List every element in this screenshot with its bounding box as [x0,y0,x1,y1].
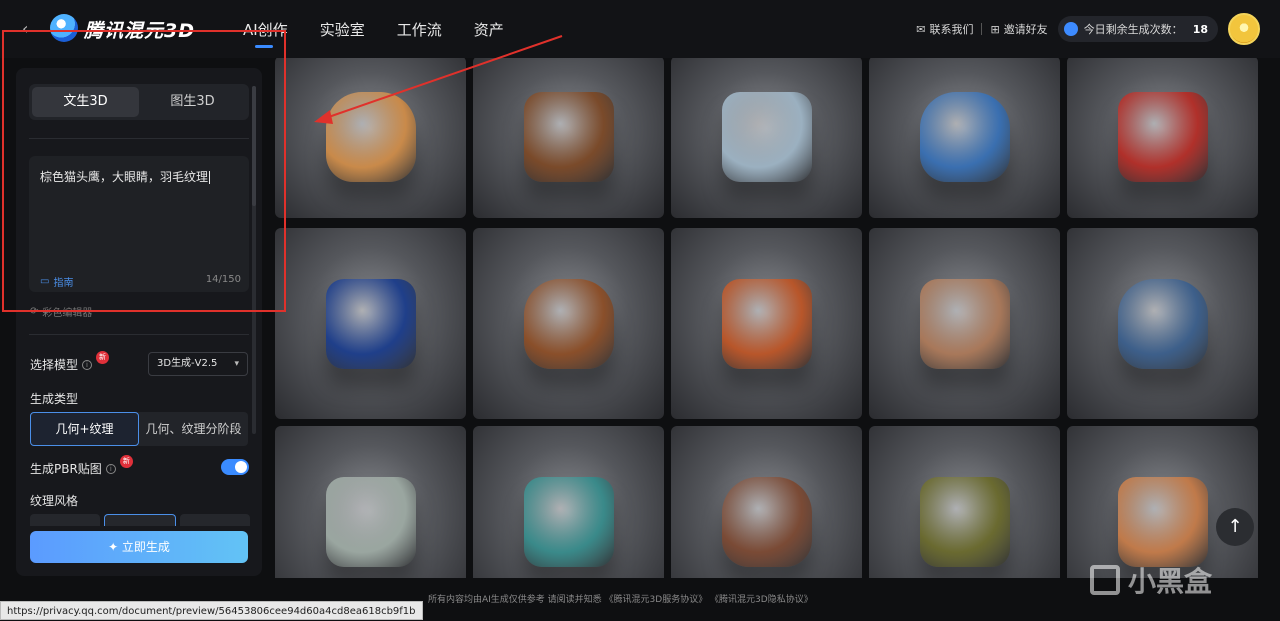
watermark: 小黑盒 [1090,560,1212,600]
horse-statue-model-icon [325,476,416,567]
holly-berries-model-icon [1117,92,1208,182]
invite-label: 邀请好友 [1003,23,1048,36]
gallery-card-helmet[interactable] [869,426,1060,578]
texture-style-label: 纹理风格 [30,494,79,508]
mech-robot-model-icon [523,476,614,567]
quota-label: 今日剩余生成次数： [1083,23,1183,36]
status-bar-url: https://privacy.qq.com/document/preview/… [0,601,423,620]
blue-vase-model-icon [325,278,416,369]
gen-type-staged[interactable]: 几何、纹理分阶段 [139,412,248,446]
invite-link[interactable]: ⊞ 邀请好友 [990,21,1047,37]
contact-link[interactable]: ✉ 联系我们 [916,21,973,37]
gen-type-selector: 几何+纹理 几何、纹理分阶段 [30,412,248,446]
coin-icon [1063,22,1078,36]
gallery-card-toy-plane[interactable] [671,228,862,419]
nav-workflow[interactable]: 工作流 [397,19,442,40]
gallery-card-treasure-chest[interactable] [1067,228,1258,419]
new-badge: 新 [96,351,110,364]
copper-mug-model-icon [1117,476,1208,567]
gallery-card-leather-collar[interactable] [671,426,862,578]
quota-badge[interactable]: 今日剩余生成次数： 18 [1057,16,1218,42]
style-chip[interactable] [104,514,176,526]
texture-style-options [30,514,250,526]
gallery-card-ninja-robot[interactable] [869,58,1060,218]
wooden-tray-model-icon [523,92,614,182]
gallery-card-factory[interactable] [671,58,862,218]
hoverbike-model-icon [325,92,416,182]
info-icon[interactable]: i [105,463,116,474]
model-label: 选择模型 i 新 [30,351,110,373]
style-chip[interactable] [30,514,100,526]
helmet-model-icon [919,476,1010,567]
gallery-card-wooden-bench[interactable] [473,228,664,419]
model-value: 3D生成-V2.5 [157,358,218,369]
annotation-box [2,30,286,312]
footer-terms[interactable]: 所有内容均由AI生成仅供参考 请阅读并知悉 《腾讯混元3D服务协议》 《腾讯混元… [428,592,813,605]
info-icon[interactable]: i [82,359,93,370]
mail-icon: ✉ [916,22,926,36]
divider [981,23,983,35]
new-badge: 新 [119,455,133,468]
toy-plane-model-icon [721,278,812,369]
gallery-grid [275,58,1264,578]
leather-collar-model-icon [721,476,812,567]
watermark-logo-icon [1090,565,1120,595]
watermark-text: 小黑盒 [1128,565,1213,598]
treasure-chest-model-icon [1117,278,1208,369]
model-select[interactable]: 3D生成-V2.5 ▾ [148,352,248,376]
generate-button[interactable]: ✦ 立即生成 [30,531,248,563]
wooden-bench-model-icon [523,278,614,369]
gen-type-label: 生成类型 [30,392,79,406]
gallery-card-cartoon-head[interactable] [869,228,1060,419]
gen-type-geometry-texture[interactable]: 几何+纹理 [30,412,139,446]
gallery-card-wooden-tray[interactable] [473,58,664,218]
divider [29,334,249,335]
gallery-card-blue-vase[interactable] [275,228,466,419]
gallery-card-holly-berries[interactable] [1067,58,1258,218]
style-chip[interactable] [180,514,250,526]
gallery-card-horse-statue[interactable] [275,426,466,578]
pbr-label-text: 生成PBR贴图 [30,462,102,476]
chevron-down-icon: ▾ [234,359,239,369]
gallery-card-mech-robot[interactable] [473,426,664,578]
model-label-text: 选择模型 [30,358,79,372]
factory-model-icon [721,92,812,182]
ninja-robot-model-icon [919,92,1010,182]
main-nav: AI创作 实验室 工作流 资产 [243,19,536,48]
nav-lab[interactable]: 实验室 [320,19,365,40]
back-to-top-button[interactable]: ↑ [1216,508,1254,546]
nav-assets[interactable]: 资产 [474,19,504,40]
contact-label: 联系我们 [929,23,974,36]
avatar[interactable] [1228,13,1260,45]
cartoon-head-model-icon [919,278,1010,369]
gift-icon: ⊞ [990,22,1000,36]
pbr-toggle[interactable] [221,459,249,475]
top-right-actions: ✉ 联系我们 ⊞ 邀请好友 今日剩余生成次数： 18 [916,12,1260,46]
gallery-card-hoverbike[interactable] [275,58,466,218]
quota-value: 18 [1192,22,1208,36]
pbr-label: 生成PBR贴图 i 新 [30,455,133,477]
gallery-card-copper-mug[interactable] [1067,426,1258,578]
